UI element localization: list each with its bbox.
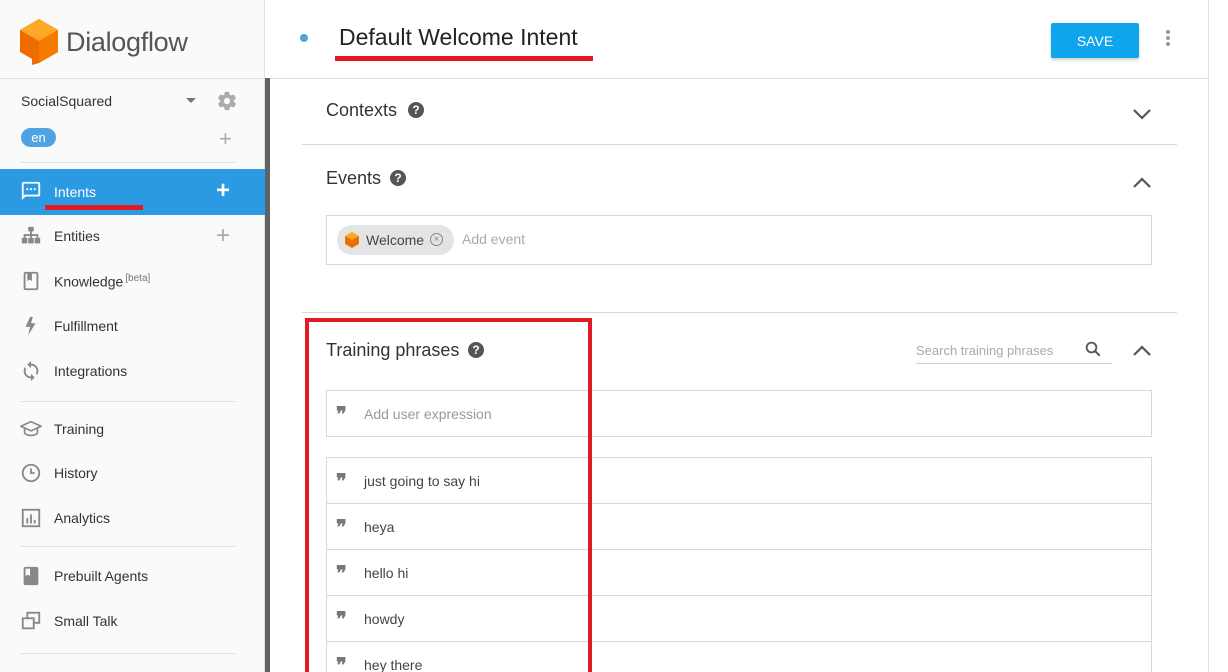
sidebar-item-label: Knowledge bbox=[54, 273, 124, 290]
training-phrase-row[interactable]: ❞ hello hi bbox=[327, 550, 1151, 596]
save-button[interactable]: SAVE bbox=[1051, 23, 1139, 58]
search-training-phrases[interactable]: Search training phrases bbox=[916, 338, 1112, 364]
quote-icon: ❞ bbox=[336, 469, 347, 493]
help-icon[interactable]: ? bbox=[390, 170, 406, 186]
contexts-title[interactable]: Contexts bbox=[326, 100, 397, 121]
sidebar-item-prebuilt-agents[interactable]: Prebuilt Agents bbox=[0, 554, 265, 598]
chevron-up-icon[interactable] bbox=[1132, 177, 1152, 189]
training-phrase-list: ❞ just going to say hi ❞ heya ❞ hello hi ❞ h… bbox=[326, 457, 1152, 672]
divider bbox=[302, 312, 1177, 313]
quote-icon: ❞ bbox=[336, 607, 347, 631]
training-phrase-text[interactable]: hey there bbox=[364, 657, 422, 672]
sidebar-item-label: Training bbox=[54, 421, 105, 437]
graduation-cap-icon bbox=[20, 420, 42, 437]
divider bbox=[0, 78, 265, 79]
dialogflow-logo-icon bbox=[20, 19, 58, 65]
training-phrase-row[interactable]: ❞ just going to say hi bbox=[327, 458, 1151, 504]
divider bbox=[20, 401, 235, 402]
help-icon[interactable]: ? bbox=[468, 342, 484, 358]
intent-header: Default Welcome Intent SAVE bbox=[270, 0, 1208, 79]
training-phrase-text[interactable]: just going to say hi bbox=[364, 473, 480, 489]
training-phrase-text[interactable]: howdy bbox=[364, 611, 404, 627]
highlight-underline bbox=[335, 56, 593, 61]
add-language-icon[interactable]: + bbox=[219, 128, 232, 150]
quote-icon: ❞ bbox=[336, 653, 347, 672]
training-phrase-row[interactable]: ❞ howdy bbox=[327, 596, 1151, 642]
status-dot bbox=[300, 34, 308, 42]
search-input[interactable]: Search training phrases bbox=[916, 343, 1053, 358]
bookmark-book-icon bbox=[23, 566, 39, 586]
sidebar-item-small-talk[interactable]: Small Talk bbox=[0, 599, 265, 643]
sidebar-item-entities[interactable]: Entities + bbox=[0, 214, 265, 258]
more-options-icon[interactable] bbox=[1163, 30, 1173, 50]
book-icon bbox=[23, 271, 39, 291]
divider bbox=[20, 546, 235, 547]
sidebar-item-label: Entities bbox=[54, 228, 100, 244]
sidebar-item-analytics[interactable]: Analytics bbox=[0, 496, 265, 540]
quote-icon: ❞ bbox=[336, 561, 347, 585]
chevron-up-icon[interactable] bbox=[1132, 345, 1152, 357]
training-phrases-title[interactable]: Training phrases bbox=[326, 340, 459, 361]
bar-chart-icon bbox=[21, 508, 41, 528]
sidebar-item-label: Integrations bbox=[54, 363, 128, 379]
intent-title[interactable]: Default Welcome Intent bbox=[339, 24, 578, 51]
event-chip[interactable]: Welcome × bbox=[337, 225, 454, 255]
sidebar-item-training[interactable]: Training bbox=[0, 407, 265, 451]
sidebar-item-history[interactable]: History bbox=[0, 451, 265, 495]
sync-icon bbox=[23, 360, 39, 382]
sidebar-item-integrations[interactable]: Integrations bbox=[0, 349, 265, 393]
sidebar-item-label: Fulfillment bbox=[54, 318, 118, 334]
bolt-icon bbox=[25, 316, 36, 336]
sidebar-item-label: History bbox=[54, 465, 98, 481]
highlight-underline bbox=[45, 205, 143, 210]
training-phrase-row[interactable]: ❞ hey there bbox=[327, 642, 1151, 672]
app-name: Dialogflow bbox=[66, 26, 188, 57]
quote-icon: ❞ bbox=[336, 515, 347, 539]
sidebar: Dialogflow SocialSquared en + Intents + … bbox=[0, 0, 265, 672]
chat-bubble-icon bbox=[21, 181, 41, 201]
event-chip-label: Welcome bbox=[366, 232, 425, 248]
chat-windows-icon bbox=[21, 611, 41, 630]
sidebar-scrollbar[interactable] bbox=[265, 78, 270, 672]
quote-icon: ❞ bbox=[336, 402, 347, 426]
agent-name: SocialSquared bbox=[21, 93, 113, 109]
search-icon[interactable] bbox=[1084, 340, 1102, 358]
caret-down-icon[interactable] bbox=[186, 98, 196, 103]
events-title[interactable]: Events bbox=[326, 168, 381, 189]
sidebar-item-label: Analytics bbox=[54, 510, 111, 526]
clock-icon bbox=[21, 463, 41, 483]
beta-badge: [beta] bbox=[125, 272, 151, 284]
remove-chip-icon[interactable]: × bbox=[430, 233, 443, 246]
divider bbox=[20, 162, 235, 163]
agent-selector[interactable]: SocialSquared bbox=[21, 90, 241, 112]
events-input[interactable]: Welcome × Add event bbox=[326, 215, 1152, 265]
sidebar-item-label: Intents bbox=[54, 184, 97, 200]
training-phrase-text[interactable]: hello hi bbox=[364, 565, 408, 581]
dialogflow-logo[interactable]: Dialogflow bbox=[20, 19, 188, 65]
add-intent-icon[interactable]: + bbox=[216, 179, 230, 203]
training-phrase-row[interactable]: ❞ heya bbox=[327, 504, 1151, 550]
chevron-down-icon[interactable] bbox=[1132, 108, 1152, 120]
add-entity-icon[interactable]: + bbox=[216, 224, 230, 248]
gear-icon[interactable] bbox=[216, 90, 238, 112]
page-right-edge bbox=[1208, 0, 1228, 672]
sidebar-item-label: Small Talk bbox=[54, 613, 118, 629]
training-phrase-text[interactable]: heya bbox=[364, 519, 394, 535]
language-badge[interactable]: en bbox=[21, 128, 56, 147]
hierarchy-icon bbox=[21, 226, 41, 244]
help-icon[interactable]: ? bbox=[408, 102, 424, 118]
sidebar-item-knowledge[interactable]: Knowledge [beta] bbox=[0, 259, 265, 303]
dialogflow-event-icon bbox=[345, 232, 359, 248]
add-event-input[interactable]: Add event bbox=[462, 231, 525, 247]
add-user-expression[interactable]: ❞ Add user expression bbox=[326, 390, 1152, 437]
sidebar-item-fulfillment[interactable]: Fulfillment bbox=[0, 304, 265, 348]
sidebar-item-label: Prebuilt Agents bbox=[54, 568, 149, 584]
divider bbox=[302, 144, 1177, 145]
sidebar-item-label-wrap: Knowledge [beta] bbox=[54, 273, 150, 290]
add-expression-input[interactable]: Add user expression bbox=[364, 406, 492, 422]
divider bbox=[20, 653, 235, 654]
